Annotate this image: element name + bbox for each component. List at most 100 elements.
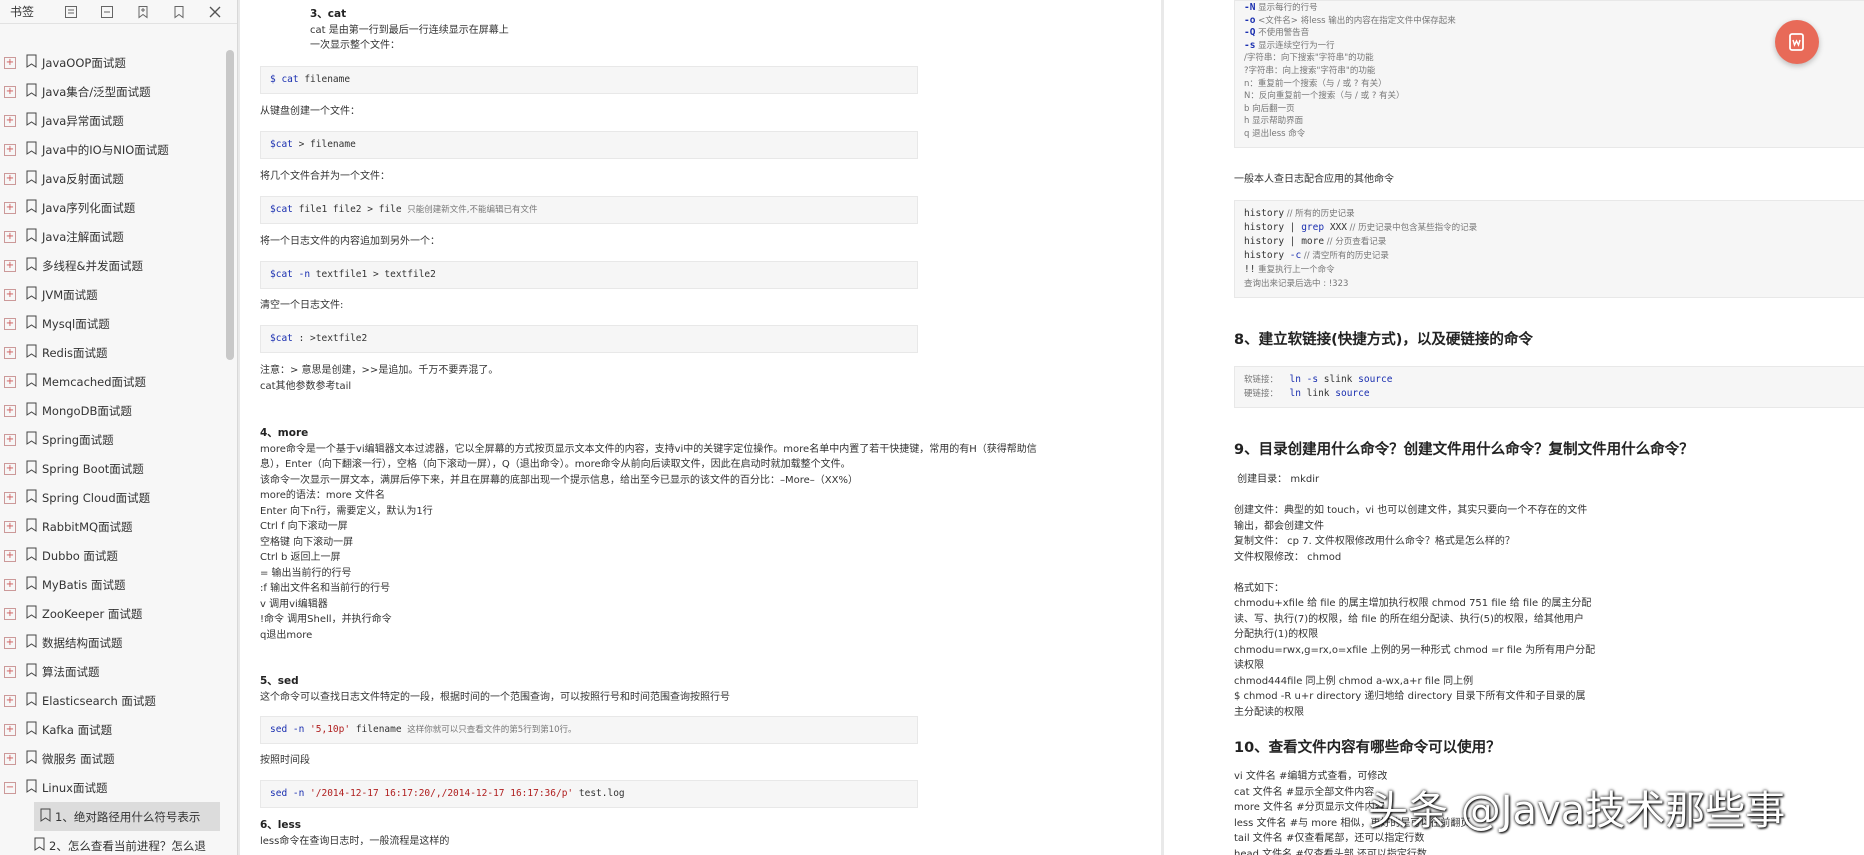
bookmark-item[interactable]: + 数据结构面试题 bbox=[0, 628, 226, 657]
expand-toggle-icon[interactable]: + bbox=[4, 694, 16, 707]
bookmark-icon bbox=[40, 808, 55, 825]
code-line: -N 显示每行的行号 bbox=[1244, 2, 1318, 13]
bookmark-item[interactable]: + RabbitMQ面试题 bbox=[0, 512, 226, 541]
section-heading: 6、less bbox=[260, 819, 302, 831]
bookmark-item[interactable]: + 多线程&并发面试题 bbox=[0, 251, 226, 280]
bookmark-item[interactable]: + JVM面试题 bbox=[0, 280, 226, 309]
expand-toggle-icon[interactable]: + bbox=[4, 259, 16, 272]
close-icon[interactable] bbox=[197, 0, 233, 24]
bookmark-item[interactable]: + Memcached面试题 bbox=[0, 367, 226, 396]
sidebar-toolbar bbox=[53, 0, 233, 24]
bookmark-item[interactable]: + Java中的IO与NIO面试题 bbox=[0, 135, 226, 164]
bookmark-icon bbox=[26, 547, 42, 564]
bookmark-icon bbox=[26, 692, 42, 709]
expand-toggle-icon[interactable]: + bbox=[4, 56, 16, 69]
code-line: -o <文件名> 将less 输出的内容在指定文件中保存起来 bbox=[1244, 14, 1456, 26]
bookmark-icon[interactable] bbox=[161, 0, 197, 24]
bookmark-item[interactable]: + Dubbo 面试题 bbox=[0, 541, 226, 570]
bookmark-item[interactable]: + MyBatis 面试题 bbox=[0, 570, 226, 599]
text-line: chmod444file 同上例 chmod a-wx,a+r file 同上例 bbox=[1234, 675, 1474, 687]
bookmark-icon bbox=[26, 170, 42, 187]
bookmark-item[interactable]: + ZooKeeper 面试题 bbox=[0, 599, 226, 628]
code-block: sed -n '/2014-12-17 16:17:20/,/2014-12-1… bbox=[260, 780, 918, 808]
expand-toggle-icon[interactable]: + bbox=[4, 230, 16, 243]
code-block: $cat -n textfile1 > textfile2 bbox=[260, 261, 918, 289]
bookmark-icon bbox=[26, 373, 42, 390]
expand-toggle-icon[interactable]: + bbox=[4, 752, 16, 765]
bookmark-item[interactable]: + Spring面试题 bbox=[0, 425, 226, 454]
document-page-left: 3、cat cat 是由第一行到最后一行连续显示在屏幕上 一次显示整个文件： $… bbox=[240, 0, 1161, 855]
collapse-all-icon[interactable] bbox=[89, 0, 125, 24]
text-line: 文件权限修改： chmod bbox=[1234, 551, 1342, 563]
bookmark-item[interactable]: + Kafka 面试题 bbox=[0, 715, 226, 744]
expand-toggle-icon[interactable]: + bbox=[4, 375, 16, 388]
bookmark-label: Kafka 面试题 bbox=[42, 722, 113, 737]
bookmark-item[interactable]: + Java集合/泛型面试题 bbox=[0, 77, 226, 106]
bookmark-item[interactable]: − Linux面试题 bbox=[0, 773, 226, 802]
expand-all-icon[interactable] bbox=[53, 0, 89, 24]
add-bookmark-icon[interactable] bbox=[125, 0, 161, 24]
expand-toggle-icon[interactable]: + bbox=[4, 578, 16, 591]
expand-toggle-icon[interactable]: + bbox=[4, 636, 16, 649]
text-line: v 调用vi编辑器 bbox=[260, 598, 328, 610]
bookmark-item[interactable]: + Java反射面试题 bbox=[0, 164, 226, 193]
code-block: $cat file1 file2 > file 只能创建新文件,不能编辑已有文件 bbox=[260, 196, 918, 224]
code-block: history // 所有的历史记录 history | grep XXX // … bbox=[1234, 200, 1864, 298]
bookmark-item[interactable]: + Java注解面试题 bbox=[0, 222, 226, 251]
bookmark-item[interactable]: + Java序列化面试题 bbox=[0, 193, 226, 222]
expand-toggle-icon[interactable]: + bbox=[4, 520, 16, 533]
bookmark-icon bbox=[26, 460, 42, 477]
bookmark-subitem[interactable]: 1、绝对路径用什么符号表示 bbox=[34, 802, 220, 831]
expand-toggle-icon[interactable]: + bbox=[4, 288, 16, 301]
expand-toggle-icon[interactable]: + bbox=[4, 723, 16, 736]
text-line: 息），Enter（向下翻滚一行），空格（向下滚动一屏），Q（退出命令）。more… bbox=[260, 459, 851, 470]
bookmark-label: Spring Cloud面试题 bbox=[42, 490, 151, 505]
expand-toggle-icon[interactable]: + bbox=[4, 462, 16, 475]
bookmark-item[interactable]: + 算法面试题 bbox=[0, 657, 226, 686]
expand-toggle-icon[interactable]: + bbox=[4, 665, 16, 678]
expand-toggle-icon[interactable]: + bbox=[4, 433, 16, 446]
expand-toggle-icon[interactable]: + bbox=[4, 404, 16, 417]
bookmark-item[interactable]: + Spring Cloud面试题 bbox=[0, 483, 226, 512]
expand-toggle-icon[interactable]: + bbox=[4, 114, 16, 127]
expand-toggle-icon[interactable]: + bbox=[4, 491, 16, 504]
expand-toggle-icon[interactable]: + bbox=[4, 143, 16, 156]
document-page-right: -N 显示每行的行号 -o <文件名> 将less 输出的内容在指定文件中保存起来… bbox=[1164, 0, 1864, 855]
bookmark-list: + JavaOOP面试题 + Java集合/泛型面试题 + Java异常面试题 + Java中… bbox=[0, 48, 226, 855]
text-line: 分配执行(1)的权限 bbox=[1234, 629, 1319, 640]
bookmark-item[interactable]: + JavaOOP面试题 bbox=[0, 48, 226, 77]
expand-toggle-icon[interactable]: + bbox=[4, 549, 16, 562]
text-line: 空格键 向下滚动一屏 bbox=[260, 536, 354, 548]
code-line: q 退出less 命令 bbox=[1244, 128, 1306, 139]
bookmark-item[interactable]: + Spring Boot面试题 bbox=[0, 454, 226, 483]
expand-toggle-icon[interactable]: + bbox=[4, 346, 16, 359]
bookmark-item[interactable]: + Java异常面试题 bbox=[0, 106, 226, 135]
paragraph: 清空一个日志文件: bbox=[260, 300, 344, 311]
bookmark-item[interactable]: + 微服务 面试题 bbox=[0, 744, 226, 773]
bookmark-icon bbox=[26, 576, 42, 593]
expand-toggle-icon[interactable]: + bbox=[4, 607, 16, 620]
expand-toggle-icon[interactable]: + bbox=[4, 85, 16, 98]
bookmark-label: MyBatis 面试题 bbox=[42, 577, 126, 592]
expand-toggle-icon[interactable]: + bbox=[4, 201, 16, 214]
floating-tool-button[interactable] bbox=[1775, 20, 1819, 64]
bookmark-subitem[interactable]: 2、怎么查看当前进程？怎么退 bbox=[0, 831, 226, 855]
bookmark-item[interactable]: + MongoDB面试题 bbox=[0, 396, 226, 425]
expand-toggle-icon[interactable]: − bbox=[4, 781, 16, 794]
bookmark-item[interactable]: + Mysql面试题 bbox=[0, 309, 226, 338]
text-line: q退出more bbox=[260, 629, 313, 641]
expand-toggle-icon[interactable]: + bbox=[4, 317, 16, 330]
bookmark-item[interactable]: + Elasticsearch 面试题 bbox=[0, 686, 226, 715]
bookmark-label: Linux面试题 bbox=[42, 780, 108, 795]
text-line: more的语法：more 文件名 bbox=[260, 490, 385, 501]
bookmark-label: Elasticsearch 面试题 bbox=[42, 693, 156, 708]
expand-toggle-icon[interactable]: + bbox=[4, 172, 16, 185]
section-heading: 5、sed bbox=[260, 675, 299, 687]
bookmark-icon bbox=[26, 779, 42, 796]
bookmark-item[interactable]: + Redis面试题 bbox=[0, 338, 226, 367]
sidebar-scrollbar[interactable] bbox=[226, 50, 234, 360]
code-line: history | more // 分页查看记录 bbox=[1244, 236, 1387, 247]
paragraph: 注意：> 意思是创建，>>是追加。千万不要弄混了。 bbox=[260, 365, 499, 376]
bookmark-label: Mysql面试题 bbox=[42, 316, 110, 331]
text-line: Enter 向下n行，需要定义，默认为1行 bbox=[260, 505, 433, 517]
